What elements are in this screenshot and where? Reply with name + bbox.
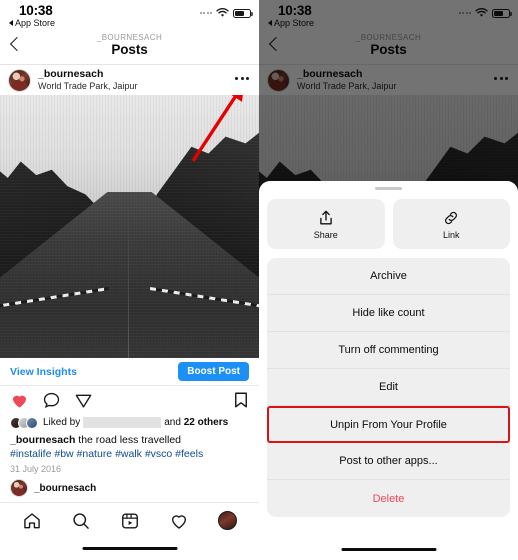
more-options-icon[interactable]: [235, 77, 249, 80]
menu-item-archive[interactable]: Archive: [267, 258, 510, 295]
status-back-app-label: App Store: [15, 18, 56, 28]
post-caption: _bournesach the road less travelled #ins…: [0, 431, 259, 461]
comment-username[interactable]: _bournesach: [34, 483, 96, 494]
post-location[interactable]: World Trade Park, Jaipur: [38, 81, 137, 91]
heart-filled-icon[interactable]: [10, 391, 29, 410]
nav-subtitle: _BOURNESACH: [96, 33, 163, 42]
post-location-right[interactable]: World Trade Park, Jaipur: [297, 81, 396, 91]
share-button[interactable]: Share: [267, 199, 385, 249]
status-bar: 10:38 App Store: [0, 0, 259, 32]
post-username[interactable]: _bournesach: [38, 68, 137, 80]
comment-row[interactable]: _bournesach: [0, 479, 259, 498]
status-time: 10:38: [19, 3, 53, 18]
post-username-right[interactable]: _bournesach: [297, 68, 396, 80]
home-indicator-right: [341, 547, 436, 551]
caption-username[interactable]: _bournesach: [10, 434, 75, 446]
nav-bar: _BOURNESACH Posts: [0, 32, 259, 65]
bookmark-icon[interactable]: [233, 391, 249, 409]
link-button-label: Link: [442, 229, 460, 240]
post-actions: [0, 386, 259, 414]
more-options-icon[interactable]: [494, 77, 508, 80]
home-icon[interactable]: [22, 511, 42, 531]
menu-item-post-to-other-apps[interactable]: Post to other apps...: [267, 443, 510, 480]
share-up-icon: [319, 210, 332, 224]
drag-handle[interactable]: [375, 187, 402, 190]
post-header-text-right: _bournesach World Trade Park, Jaipur: [297, 68, 396, 91]
quick-actions: Share Link: [267, 199, 510, 249]
status-bar-right: 10:38 App Store: [259, 0, 518, 32]
comment-avatar[interactable]: [10, 479, 28, 498]
left-phone-screen: 10:38 App Store _BOURNESACH Posts _bourn…: [0, 0, 259, 560]
menu-item-hide-like-count[interactable]: Hide like count: [267, 295, 510, 332]
heart-icon[interactable]: [169, 511, 189, 531]
status-indicators: [199, 8, 253, 18]
status-back-to-app[interactable]: App Store: [9, 18, 55, 28]
avatar[interactable]: [8, 68, 31, 92]
comment-icon[interactable]: [42, 391, 61, 410]
wifi-icon: [475, 8, 488, 17]
wifi-icon: [216, 8, 229, 17]
red-arrow-annotation: [191, 95, 245, 162]
liked-by-prefix: Liked by: [43, 417, 81, 428]
likes-row: Liked by and 22 others: [0, 414, 259, 431]
battery-icon: [492, 8, 512, 18]
screenshot-stage: 10:38 App Store _BOURNESACH Posts _bourn…: [0, 0, 518, 560]
page-title: Posts: [111, 42, 148, 57]
insights-row: View Insights Boost Post: [0, 358, 259, 386]
post-header-text: _bournesach World Trade Park, Jaipur: [38, 68, 137, 91]
likes-count[interactable]: 22 others: [184, 417, 228, 428]
home-indicator: [82, 546, 177, 550]
menu-item-unpin-from-your-profile[interactable]: Unpin From Your Profile: [267, 406, 510, 443]
link-icon: [445, 211, 458, 224]
page-title-right: Posts: [370, 42, 407, 57]
send-icon[interactable]: [74, 391, 93, 410]
link-button[interactable]: Link: [392, 199, 510, 249]
back-triangle-icon: [268, 20, 272, 26]
redacted-username: [83, 417, 162, 428]
liked-by-middle: and: [164, 417, 181, 428]
search-icon[interactable]: [71, 511, 91, 531]
boost-post-button[interactable]: Boost Post: [178, 362, 249, 381]
reels-icon[interactable]: [120, 511, 140, 531]
back-triangle-icon: [9, 20, 13, 26]
status-back-to-app-right[interactable]: App Store: [268, 18, 314, 28]
tab-bar: [0, 502, 259, 538]
nav-subtitle-right: _BOURNESACH: [355, 33, 422, 42]
post-header-right: _bournesach World Trade Park, Jaipur: [259, 65, 518, 95]
avatar[interactable]: [267, 68, 290, 92]
share-button-label: Share: [313, 229, 338, 240]
post-options-sheet: Share Link Archive Hide like count Turn …: [259, 181, 518, 560]
post-header: _bournesach World Trade Park, Jaipur: [0, 65, 259, 95]
caption-hashtags[interactable]: #instalife #bw #nature #walk #vsco #feel…: [10, 447, 249, 461]
menu-item-turn-off-commenting[interactable]: Turn off commenting: [267, 332, 510, 369]
menu-item-edit[interactable]: Edit: [267, 369, 510, 406]
view-insights-link[interactable]: View Insights: [10, 366, 77, 378]
right-phone-screen: 10:38 App Store _BOURNESACH Posts _bourn…: [259, 0, 518, 560]
status-indicators-right: [458, 8, 512, 18]
caption-text: the road less travelled: [78, 434, 182, 446]
menu-item-delete[interactable]: Delete: [267, 480, 510, 517]
nav-titles-right: _BOURNESACH Posts: [259, 33, 518, 57]
options-menu: Archive Hide like count Turn off comment…: [267, 258, 510, 517]
liker-avatars: [10, 416, 38, 429]
battery-icon: [233, 8, 253, 18]
signal-dots-icon: [199, 12, 212, 14]
post-date: 31 July 2016: [10, 464, 62, 475]
status-time-right: 10:38: [278, 3, 312, 18]
nav-titles: _BOURNESACH Posts: [0, 33, 259, 57]
post-photo[interactable]: [0, 95, 259, 358]
profile-avatar-icon[interactable]: [217, 511, 237, 530]
status-back-app-label-right: App Store: [274, 18, 315, 28]
nav-bar-right: _BOURNESACH Posts: [259, 32, 518, 65]
signal-dots-icon: [458, 12, 471, 14]
